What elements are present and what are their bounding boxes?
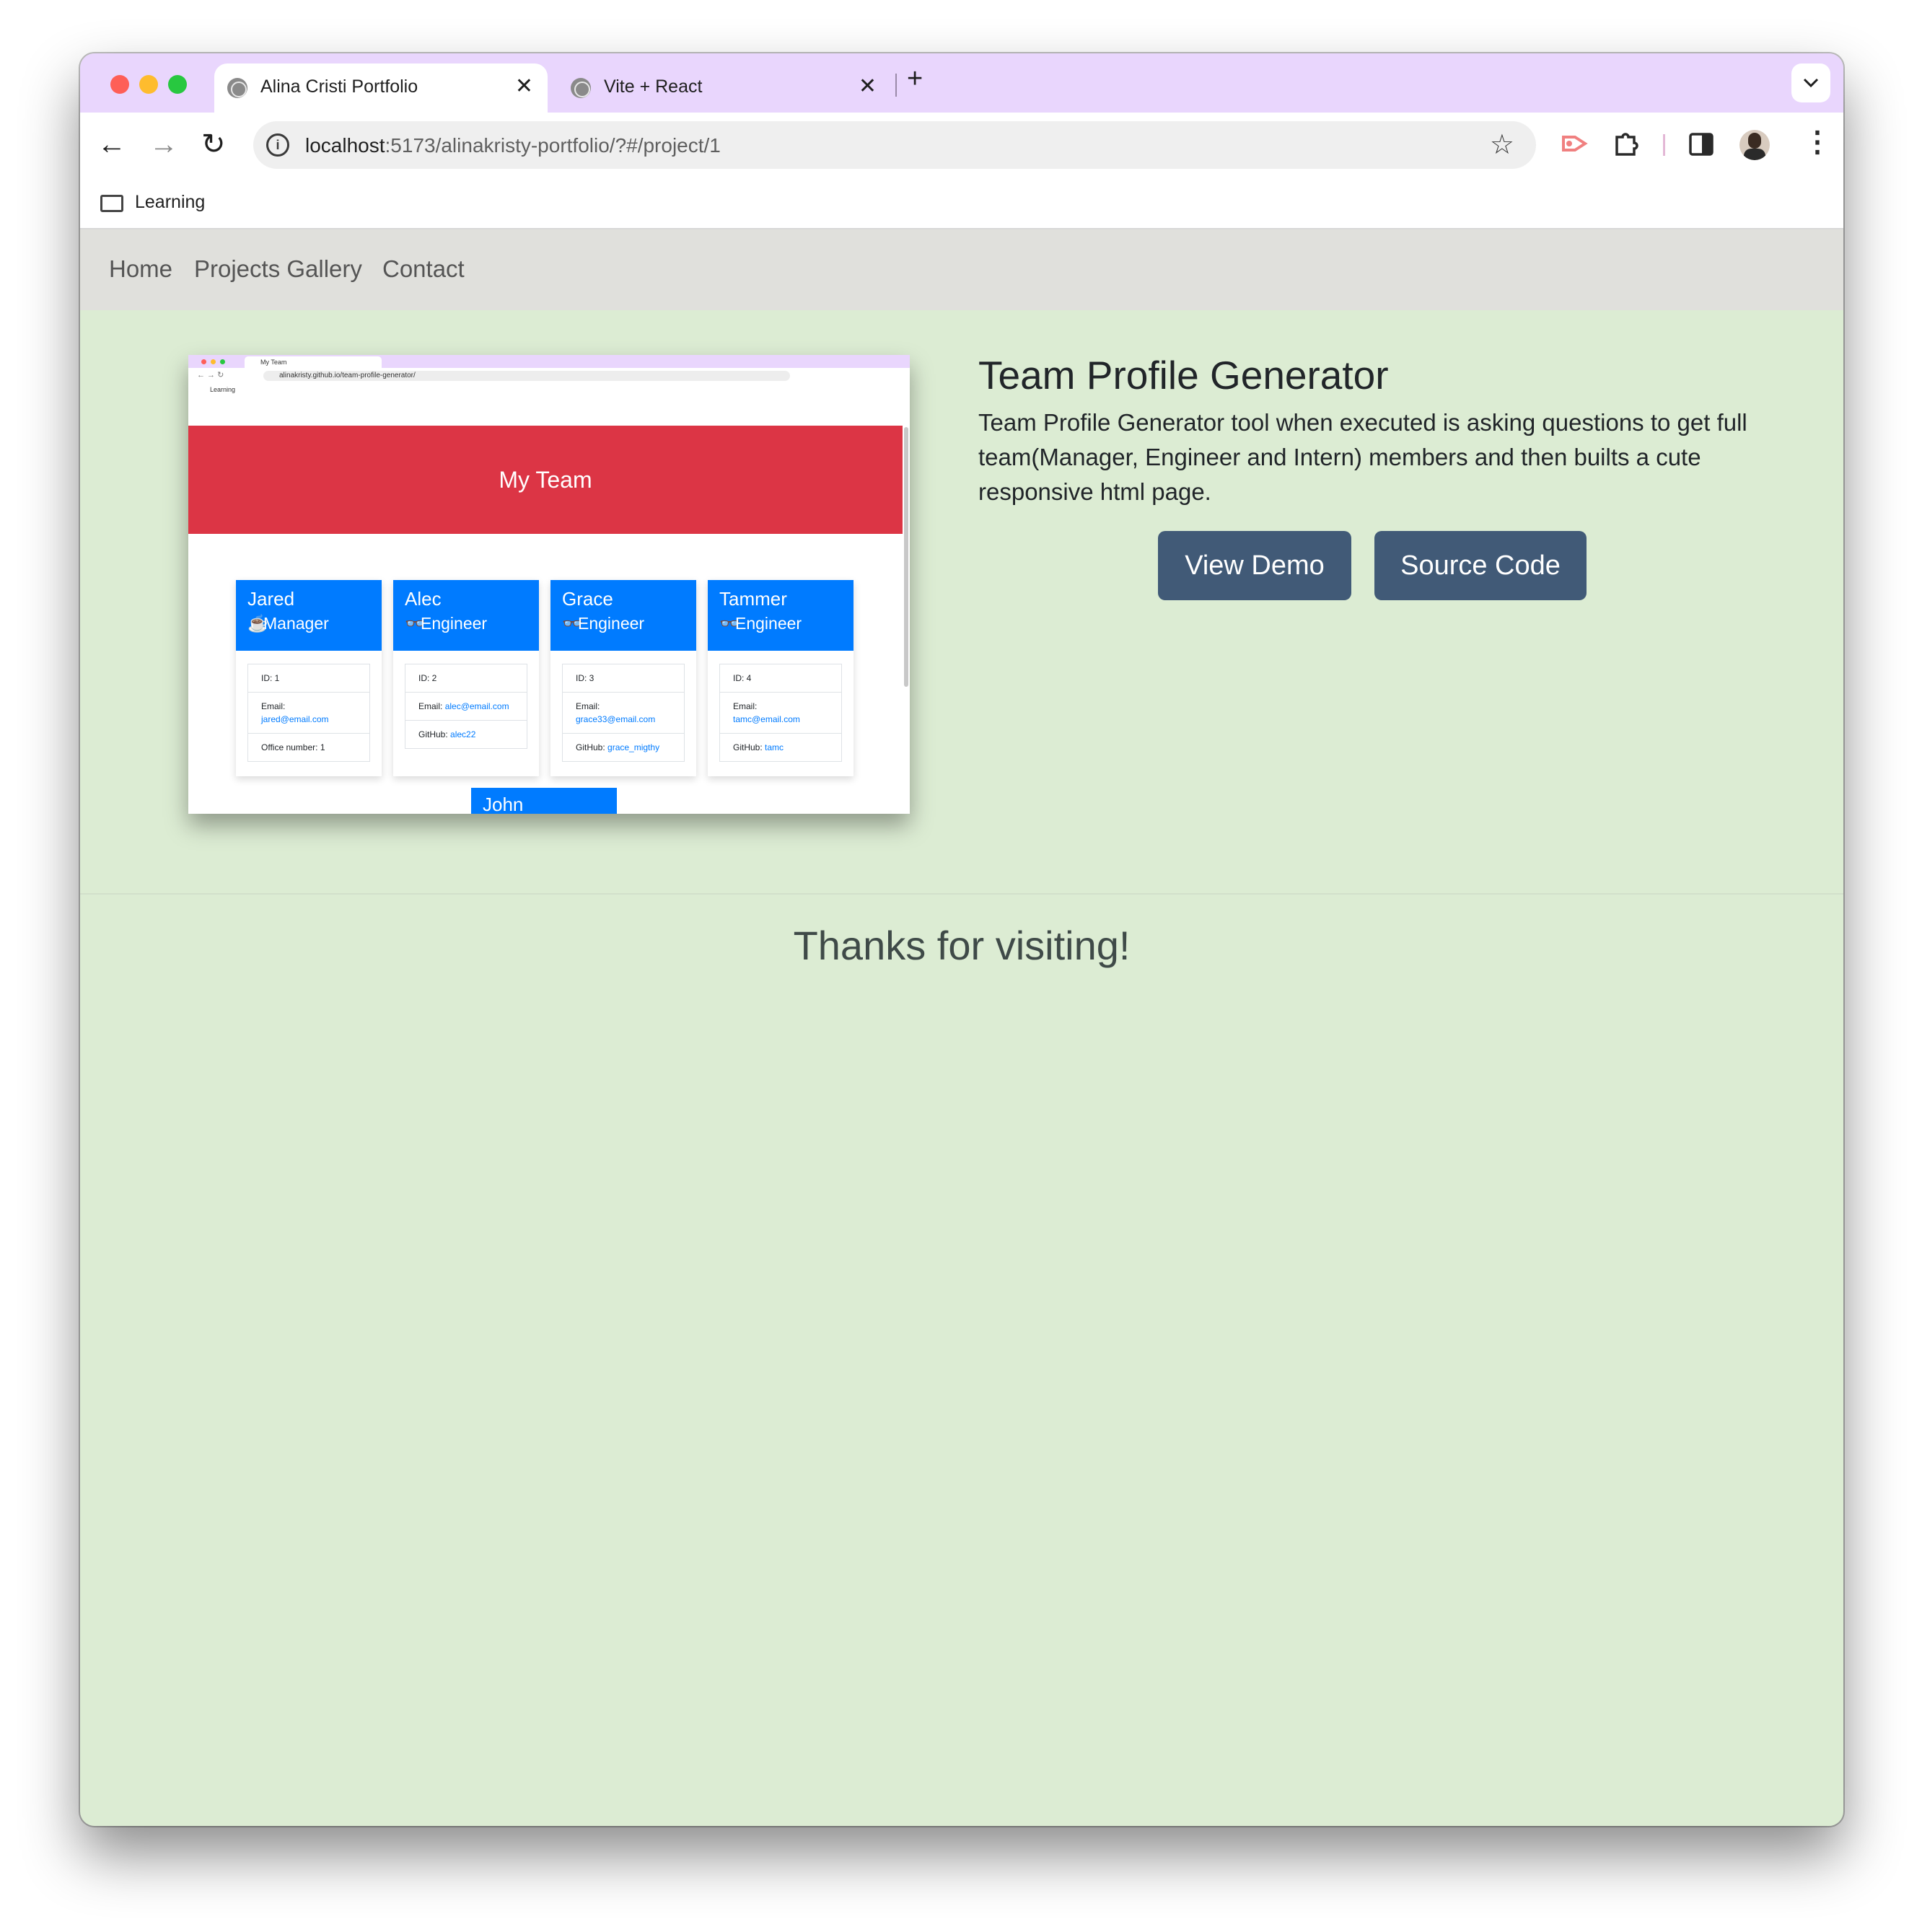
card-office-number: Office number: 1 (261, 742, 325, 752)
card-name: Grace (562, 588, 613, 610)
tab-title: Vite + React (604, 76, 703, 97)
url-text: localhost:5173/alinakristy-portfolio/?#/… (305, 134, 721, 157)
card-role: Engineer (735, 614, 802, 633)
tab-portfolio[interactable]: Alina Cristi Portfolio ✕ (214, 63, 548, 113)
github-label: GitHub: (576, 742, 605, 752)
card-id: ID: 1 (248, 664, 369, 693)
close-window-button[interactable] (110, 75, 129, 94)
address-bar[interactable]: i localhost:5173/alinakristy-portfolio/?… (253, 121, 1536, 169)
card-email-link[interactable]: alec@email.com (445, 701, 509, 711)
card-role: Manager (263, 614, 329, 633)
nav-home-link[interactable]: Home (109, 255, 172, 283)
site-navbar: Home Projects Gallery Contact (80, 229, 1843, 310)
card-role: Engineer (421, 614, 488, 633)
bookmark-star-icon[interactable]: ☆ (1490, 128, 1514, 161)
glasses-icon: 👓 (562, 614, 583, 633)
team-card: Alec 👓Engineer ID: 2 Email: alec@email.c… (393, 580, 539, 776)
new-tab-button[interactable]: + (907, 63, 923, 95)
github-label: GitHub: (418, 729, 448, 739)
card-role: Engineer (578, 614, 645, 633)
tab-title: Alina Cristi Portfolio (260, 76, 418, 97)
project-screenshot: My Team ← → ↻ alinakristy.github.io/team… (188, 355, 910, 814)
view-demo-button[interactable]: View Demo (1158, 531, 1351, 600)
forward-icon[interactable]: → (149, 130, 178, 159)
email-label: Email: (418, 701, 443, 711)
zoom-window-button[interactable] (168, 75, 187, 94)
card-name: Jared (247, 588, 295, 610)
thanks-message: Thanks for visiting! (793, 923, 1131, 968)
card-name: Alec (405, 588, 442, 610)
card-email-link[interactable]: tamc@email.com (733, 714, 800, 724)
card-email-link[interactable]: grace33@email.com (576, 714, 655, 724)
mini-tab-title: My Team (245, 356, 382, 368)
bookmarks-bar: Learning (80, 177, 1843, 229)
project-title: Team Profile Generator (978, 353, 1389, 398)
extension-icon[interactable] (1561, 133, 1588, 154)
team-card: Jared ☕Manager ID: 1 Email: jared@email.c… (236, 580, 382, 776)
close-tab-icon[interactable]: ✕ (515, 74, 533, 99)
footer-divider (80, 893, 1843, 895)
glasses-icon: 👓 (719, 614, 740, 633)
bookmark-learning[interactable]: Learning (135, 192, 205, 213)
browser-toolbar: ← → ↻ i localhost:5173/alinakristy-portf… (80, 113, 1843, 177)
mini-scrollbar (904, 427, 908, 687)
globe-icon (227, 78, 247, 98)
back-icon[interactable]: ← (97, 130, 126, 159)
team-card: Tammer 👓Engineer ID: 4 Email: tamc@email.… (708, 580, 854, 776)
close-tab-icon[interactable]: ✕ (859, 74, 877, 99)
mini-tab-bar: My Team (188, 355, 910, 368)
more-menu-icon[interactable]: ⋮ (1803, 126, 1832, 159)
mini-url-text: alinakristy.github.io/team-profile-gener… (263, 371, 790, 381)
email-label: Email: (576, 701, 600, 711)
mug-icon: ☕ (247, 614, 268, 633)
reload-icon[interactable]: ↻ (201, 130, 226, 159)
chevron-down-icon (1803, 78, 1819, 88)
github-label: GitHub: (733, 742, 763, 752)
team-card: Grace 👓Engineer ID: 3 Email: grace33@emai… (550, 580, 696, 776)
card-github-link[interactable]: alec22 (450, 729, 475, 739)
folder-icon (100, 195, 123, 212)
tab-separator (895, 74, 897, 97)
source-code-button[interactable]: Source Code (1374, 531, 1587, 600)
globe-icon (571, 78, 591, 98)
puzzle-icon[interactable] (1612, 130, 1640, 157)
email-label: Email: (261, 701, 286, 711)
project-description: Team Profile Generator tool when execute… (978, 409, 1747, 505)
glasses-icon: 👓 (405, 614, 426, 633)
nav-projects-gallery-link[interactable]: Projects Gallery (194, 255, 362, 283)
mini-bookmark: Learning (188, 382, 910, 395)
mini-hero-title: My Team (188, 426, 903, 534)
toolbar-separator (1663, 134, 1665, 156)
card-github-link[interactable]: grace_migthy (607, 742, 659, 752)
card-github-link[interactable]: tamc (765, 742, 784, 752)
minimize-window-button[interactable] (139, 75, 158, 94)
card-name: Tammer (719, 588, 787, 610)
card-id: ID: 4 (720, 664, 841, 693)
card-id: ID: 3 (563, 664, 684, 693)
site-info-icon[interactable]: i (266, 133, 289, 157)
card-email-link[interactable]: jared@email.com (261, 714, 329, 724)
tab-vite-react[interactable]: Vite + React ✕ (558, 63, 891, 113)
team-card-partial: John (471, 788, 617, 814)
profile-avatar[interactable] (1739, 130, 1770, 160)
tab-search-button[interactable] (1791, 63, 1830, 102)
card-id: ID: 2 (405, 664, 527, 693)
side-panel-icon[interactable] (1689, 133, 1713, 156)
email-label: Email: (733, 701, 758, 711)
tab-bar: Alina Cristi Portfolio ✕ Vite + React ✕ … (80, 53, 1843, 113)
nav-contact-link[interactable]: Contact (382, 255, 465, 283)
browser-window: Alina Cristi Portfolio ✕ Vite + React ✕ … (80, 53, 1843, 1826)
